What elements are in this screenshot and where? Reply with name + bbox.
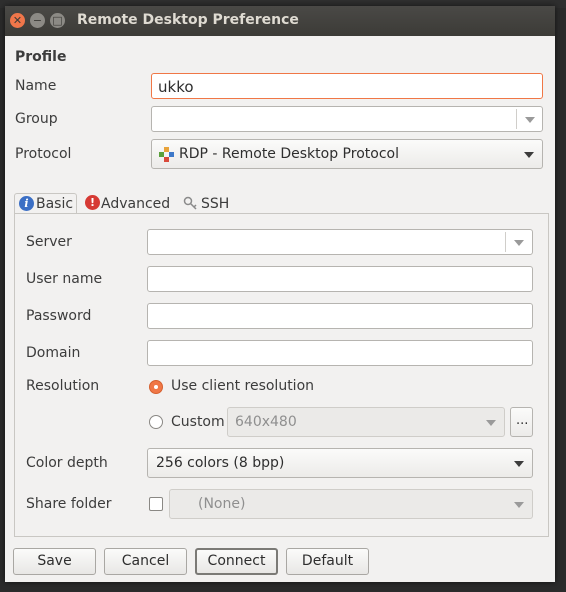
share-folder-value: (None) [198, 496, 246, 512]
resolution-more-label: ... [516, 413, 529, 428]
server-dropdown-icon[interactable] [514, 240, 524, 246]
default-button[interactable]: Default [286, 548, 369, 575]
server-combo-entry[interactable] [147, 229, 533, 255]
resolution-more-button[interactable]: ... [510, 407, 533, 437]
window-title: Remote Desktop Preference [77, 12, 299, 28]
share-folder-checkbox[interactable] [149, 497, 163, 511]
tab-advanced[interactable]: ! Advanced [83, 193, 175, 215]
username-label: User name [26, 271, 103, 287]
name-label: Name [15, 78, 57, 94]
rdp-protocol-icon [159, 147, 174, 162]
protocol-value: RDP - Remote Desktop Protocol [179, 146, 399, 162]
tab-basic-label: Basic [36, 196, 74, 212]
minimize-window-button[interactable]: − [30, 13, 45, 28]
password-input[interactable] [147, 303, 533, 329]
share-folder-dropdown-icon [514, 502, 524, 508]
server-label: Server [26, 234, 72, 250]
username-input[interactable] [147, 266, 533, 292]
tab-basic[interactable]: i Basic [14, 193, 77, 215]
color-depth-label: Color depth [26, 455, 108, 471]
connect-button[interactable]: Connect [195, 548, 278, 575]
use-client-resolution-radio[interactable] [149, 380, 163, 394]
key-icon [183, 196, 197, 210]
warning-icon: ! [85, 195, 100, 210]
resolution-label: Resolution [26, 378, 100, 394]
domain-input[interactable] [147, 340, 533, 366]
password-label: Password [26, 308, 92, 324]
tab-advanced-label: Advanced [101, 196, 171, 212]
close-window-button[interactable]: ✕ [10, 13, 25, 28]
custom-resolution-value: 640x480 [235, 414, 297, 430]
protocol-dropdown[interactable]: RDP - Remote Desktop Protocol [151, 139, 543, 169]
custom-resolution-label[interactable]: Custom [171, 414, 225, 430]
group-combo-separator [516, 109, 517, 129]
group-combo-entry[interactable] [151, 106, 543, 132]
name-input-value: ukko [158, 78, 194, 96]
custom-resolution-radio[interactable] [149, 415, 163, 429]
domain-label: Domain [26, 345, 81, 361]
share-folder-label: Share folder [26, 496, 112, 512]
protocol-label: Protocol [15, 146, 72, 162]
server-combo-separator [505, 232, 506, 252]
cancel-button[interactable]: Cancel [104, 548, 187, 575]
color-depth-value: 256 colors (8 bpp) [156, 455, 285, 471]
name-input[interactable]: ukko [151, 73, 543, 99]
titlebar[interactable]: ✕ − □ Remote Desktop Preference [5, 6, 555, 36]
save-button[interactable]: Save [13, 548, 96, 575]
tab-ssh[interactable]: SSH [180, 193, 240, 215]
info-icon: i [19, 196, 34, 211]
tab-ssh-label: SSH [201, 196, 230, 212]
group-label: Group [15, 111, 58, 127]
preference-window: ✕ − □ Remote Desktop Preference Profile … [5, 6, 555, 582]
share-folder-dropdown[interactable]: (None) [169, 489, 533, 519]
custom-resolution-dropdown-icon [486, 420, 496, 426]
color-depth-dropdown-icon [514, 461, 524, 467]
protocol-dropdown-icon [524, 152, 534, 158]
custom-resolution-dropdown[interactable]: 640x480 [227, 407, 505, 437]
use-client-resolution-label[interactable]: Use client resolution [171, 378, 314, 394]
maximize-window-button[interactable]: □ [50, 13, 65, 28]
group-dropdown-icon[interactable] [525, 117, 535, 123]
profile-section-label: Profile [15, 49, 67, 65]
color-depth-dropdown[interactable]: 256 colors (8 bpp) [147, 448, 533, 478]
